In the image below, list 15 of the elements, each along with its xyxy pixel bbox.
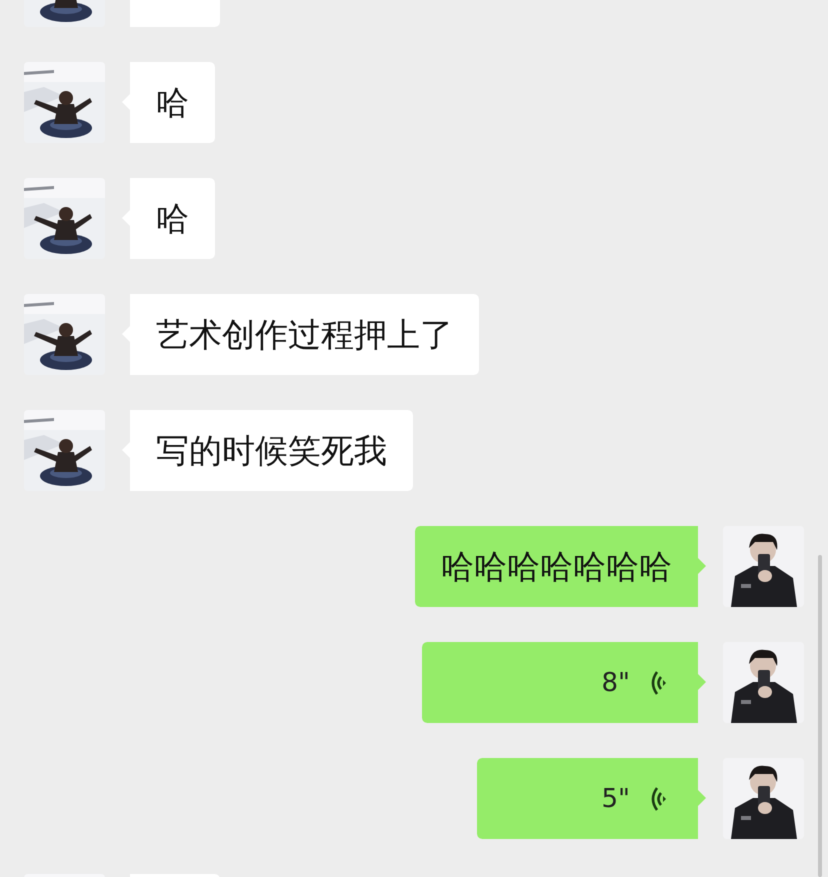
scroll-bar[interactable]	[818, 555, 822, 877]
voice-icon	[650, 786, 666, 812]
message-bubble: 哈	[122, 178, 215, 259]
bubble-tail	[698, 558, 706, 574]
message-bubble: 哈	[122, 62, 215, 143]
voice-message[interactable]: 5"	[477, 758, 706, 839]
voice-message[interactable]: 8"	[422, 642, 706, 723]
bubble-tail	[698, 674, 706, 690]
message-bubble: 写的时候笑死我	[122, 410, 413, 491]
message-bubble: 哈哈哈哈哈哈哈	[415, 526, 706, 607]
message-bubble: 艺术创作过程押上了	[122, 294, 479, 375]
voice-duration: 5"	[601, 784, 630, 814]
voice-icon	[650, 670, 666, 696]
voice-duration: 8"	[601, 668, 630, 698]
bubble-tail	[698, 790, 706, 806]
